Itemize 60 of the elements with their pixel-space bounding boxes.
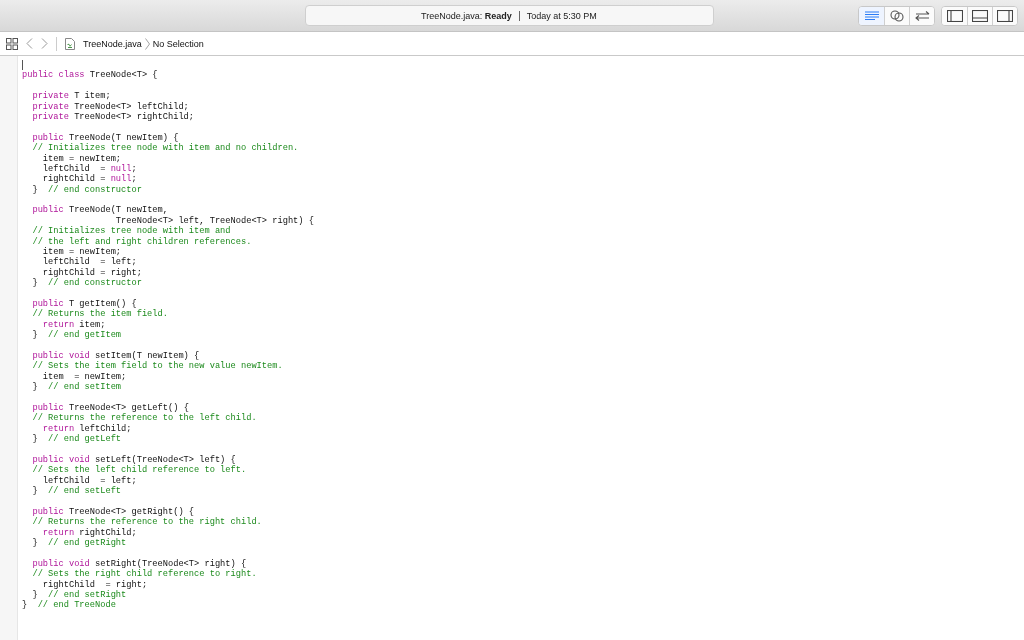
code-line: rightChild = right; [41, 579, 149, 590]
status-time: Today at 5:30 PM [526, 10, 597, 21]
text-cursor [22, 60, 23, 70]
code-line: public class TreeNode<T> { [22, 70, 159, 81]
code-line: // Initializes tree node with item and [31, 226, 232, 237]
code-line: // Returns the reference to the right child. [31, 517, 263, 528]
code-line: leftChild = left; [41, 475, 138, 486]
code-line: return leftChild; [41, 423, 133, 434]
code-line: return rightChild; [41, 527, 138, 538]
code-line: public void setRight(TreeNode<T> right) { [31, 558, 248, 569]
code-line: public TreeNode<T> getLeft() { [31, 402, 190, 413]
code-line: public T getItem() { [31, 299, 138, 309]
code-line: item = newItem; [41, 153, 123, 164]
code-line: return item; [41, 319, 107, 330]
java-file-icon [65, 37, 75, 50]
related-items-icon[interactable] [6, 37, 18, 50]
code-line: leftChild = left; [41, 257, 138, 268]
code-line: private T item; [31, 91, 112, 102]
panel-layout-icon [946, 9, 963, 22]
code-line: rightChild = null; [41, 174, 138, 185]
code-line: // Sets the right child reference to right. [31, 569, 258, 580]
code-line: // Initializes tree node with item and no children. [31, 143, 300, 154]
code-line: rightChild = right; [41, 267, 143, 278]
code-line: private TreeNode<T> rightChild; [31, 111, 196, 123]
code-line: } // end setLeft [31, 486, 123, 497]
breadcrumb-selection[interactable]: No Selection [152, 38, 204, 49]
code-line: // Returns the reference to the left child. [31, 413, 258, 424]
code-line: // Sets the item field to the new value newItem. [31, 361, 284, 372]
code-line: } // end getLeft [31, 434, 123, 445]
overlapping-circles-icon [890, 9, 904, 22]
code-line: public void setLeft(TreeNode<T> left) { [31, 454, 237, 465]
code-line: item = newItem; [41, 247, 122, 258]
code-line: TreeNode<T> left, TreeNode<T> right) { [114, 215, 314, 226]
lines-icon [864, 10, 879, 21]
code-line: leftChild = null; [41, 163, 138, 174]
version-editor-button[interactable] [909, 6, 934, 25]
code-line: } // end TreeNode [22, 600, 117, 611]
utilities-toggle-button[interactable] [992, 6, 1017, 25]
breadcrumb-file[interactable]: TreeNode.java [83, 38, 142, 49]
code-line: public TreeNode(T newItem, [31, 205, 169, 216]
code-line: private TreeNode<T> leftChild; [31, 101, 190, 112]
two-arrows-icon [914, 10, 930, 21]
code-line: public void setItem(T newItem) { [31, 350, 201, 361]
code-line: public TreeNode(T newItem) { [31, 132, 180, 143]
code-line: // Returns the item field. [31, 309, 169, 320]
build-status: TreeNode.java: Ready [421, 10, 512, 21]
code-line: } // end getRight [31, 537, 128, 549]
code-line: } // end setRight [31, 589, 128, 600]
code-line: item = newItem; [41, 371, 128, 382]
chevron-icon [144, 37, 150, 50]
code-line: } // end constructor [31, 278, 143, 289]
code-line: // the left and right children references. [31, 236, 253, 247]
panel-layout-icon [972, 9, 988, 22]
code-line: } // end getItem [31, 330, 123, 341]
code-line: } // end setItem [31, 382, 123, 393]
code-line: // Sets the left child reference to left. [31, 465, 248, 476]
standard-editor-button[interactable] [859, 6, 884, 25]
code-line: } // end constructor [31, 184, 143, 196]
code-line: public TreeNode<T> getRight() { [31, 506, 196, 517]
panel-layout-icon [997, 9, 1013, 22]
